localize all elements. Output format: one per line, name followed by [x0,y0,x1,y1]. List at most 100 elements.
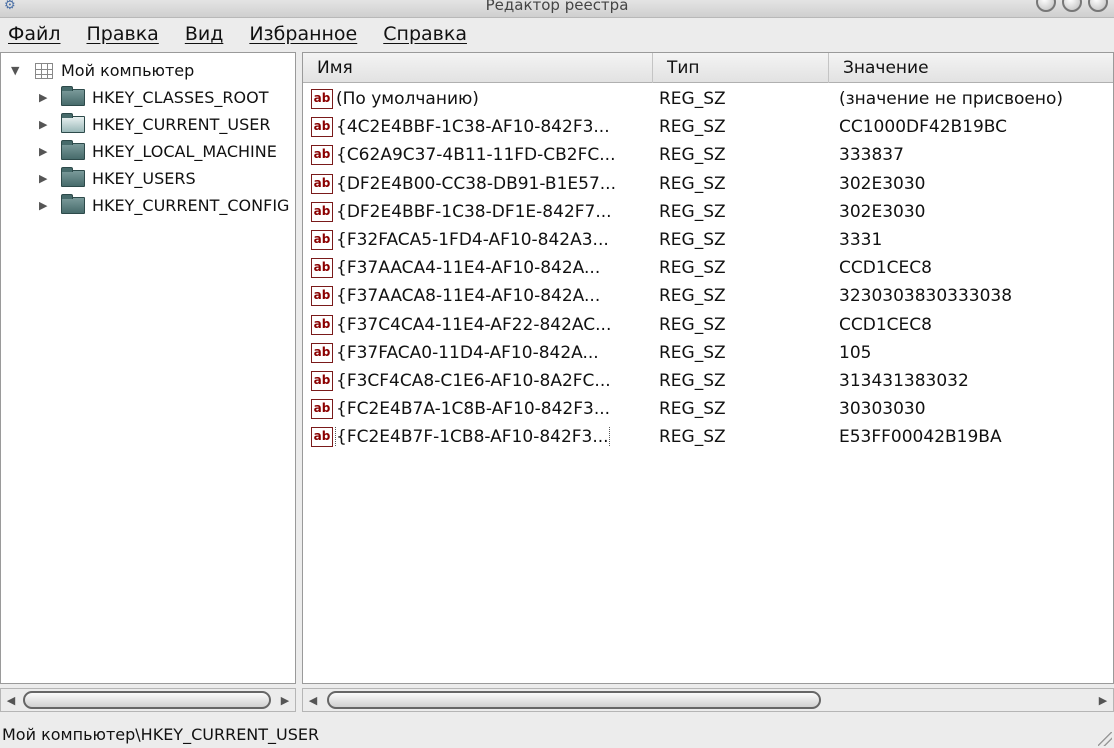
table-row[interactable]: ab {F37C4CA4-11E4-AF22-842AC... REG_SZ CCD1… [303,311,1113,339]
table-row[interactable]: ab {F37AACA8-11E4-AF10-842A... REG_SZ 32303… [303,282,1113,310]
values-list: ab (По умолчанию) REG_SZ (значение не присв… [303,83,1113,451]
folder-icon [61,194,85,214]
value-data: 313431383032 [839,370,969,391]
cell-name: ab {4C2E4BBF-1C38-AF10-842F3... [303,117,653,138]
string-value-icon: ab [311,370,333,391]
table-row[interactable]: ab {C62A9C37-4B11-11FD-CB2FC... REG_SZ 3338… [303,141,1113,169]
expand-right-icon[interactable]: ▶ [39,91,53,104]
scroll-track[interactable] [21,691,275,709]
expand-right-icon[interactable]: ▶ [39,172,53,185]
tree-item-my-computer[interactable]: ▼ Мой компьютер [1,57,295,84]
value-name: {F37C4CA4-11E4-AF22-842AC... [336,314,612,335]
string-value-icon: ab [311,427,333,448]
table-row[interactable]: ab {4C2E4BBF-1C38-AF10-842F3... REG_SZ CC10… [303,113,1113,141]
tree-item-hkey-classes-root[interactable]: ▶ HKEY_CLASSES_ROOT [1,84,295,111]
tree-item-label: HKEY_CLASSES_ROOT [92,88,269,107]
menu-view[interactable]: Вид [185,23,224,45]
value-data: 3230303830333038 [839,286,1013,307]
status-path: Мой компьютер\HKEY_CURRENT_USER [2,724,320,744]
scroll-left-icon[interactable]: ◀ [1,689,21,711]
string-value-icon: ab [311,342,333,363]
value-data: 302E3030 [839,201,926,222]
table-row[interactable]: ab {F37FACA0-11D4-AF10-842A... REG_SZ 105 [303,339,1113,367]
table-row[interactable]: ab {DF2E4B00-CC38-DB91-B1E57... REG_SZ 302E… [303,170,1113,198]
column-header-value[interactable]: Значение [829,53,1113,83]
value-type: REG_SZ [659,201,726,222]
value-data: CCD1CEC8 [839,314,932,335]
tree-item-label: Мой компьютер [61,61,195,80]
table-row[interactable]: ab {DF2E4BBF-1C38-DF1E-842F7... REG_SZ 302E… [303,198,1113,226]
value-data: E53FF00042B19BA [839,427,1002,448]
scroll-track[interactable] [323,691,1093,709]
cell-name: ab {DF2E4B00-CC38-DB91-B1E57... [303,173,653,194]
value-type: REG_SZ [659,230,726,251]
maximize-button[interactable] [1062,0,1082,12]
value-name: {FC2E4B7A-1C8B-AF10-842F3... [336,399,611,420]
scroll-right-icon[interactable]: ▶ [1093,689,1113,711]
folder-icon [61,86,85,106]
menu-file[interactable]: Файл [8,23,61,45]
value-data: 302E3030 [839,173,926,194]
value-data: 333837 [839,145,904,166]
table-row[interactable]: ab {FC2E4B7A-1C8B-AF10-842F3... REG_SZ 3030… [303,395,1113,423]
table-row[interactable]: ab {FC2E4B7F-1CB8-AF10-842F3... REG_SZ E53F… [303,423,1113,451]
value-type: REG_SZ [659,399,726,420]
list-header: Имя Тип Значение [303,53,1113,83]
expand-right-icon[interactable]: ▶ [39,118,53,131]
value-name: {F3CF4CA8-C1E6-AF10-8A2FC... [336,370,611,391]
tree-item-hkey-local-machine[interactable]: ▶ HKEY_LOCAL_MACHINE [1,138,295,165]
value-type: REG_SZ [659,173,726,194]
tree-item-label: HKEY_USERS [92,169,196,188]
cell-name: ab {C62A9C37-4B11-11FD-CB2FC... [303,145,653,166]
tree-horizontal-scrollbar[interactable]: ◀ ▶ [0,688,296,712]
minimize-button[interactable] [1036,0,1056,12]
table-row[interactable]: ab {F37AACA4-11E4-AF10-842A... REG_SZ CCD1C… [303,254,1113,282]
value-data: 105 [839,342,872,363]
table-row[interactable]: ab {F32FACA5-1FD4-AF10-842A3... REG_SZ 3331 [303,226,1113,254]
status-bar: Мой компьютер\HKEY_CURRENT_USER [0,720,1114,748]
expand-right-icon[interactable]: ▶ [39,145,53,158]
scroll-thumb[interactable] [23,691,271,709]
value-type: REG_SZ [659,314,726,335]
open-folder-icon [61,113,85,133]
expand-right-icon[interactable]: ▶ [39,199,53,212]
value-name: {C62A9C37-4B11-11FD-CB2FC... [336,145,616,166]
tree-item-hkey-current-user[interactable]: ▶ HKEY_CURRENT_USER [1,111,295,138]
list-horizontal-scrollbar[interactable]: ◀ ▶ [302,688,1114,712]
string-value-icon: ab [311,89,333,110]
value-name: {DF2E4BBF-1C38-DF1E-842F7... [336,201,612,222]
column-header-type[interactable]: Тип [653,53,829,83]
menu-help[interactable]: Справка [383,23,467,45]
table-row[interactable]: ab {F3CF4CA8-C1E6-AF10-8A2FC... REG_SZ 3134… [303,367,1113,395]
cell-name: ab {DF2E4BBF-1C38-DF1E-842F7... [303,201,653,222]
column-header-name[interactable]: Имя [303,53,653,83]
resize-grip-icon[interactable] [1098,732,1112,746]
registry-tree: ▼ Мой компьютер ▶ HKEY_CLASSES_ROOT ▶ HK… [1,53,295,219]
tree-item-hkey-users[interactable]: ▶ HKEY_USERS [1,165,295,192]
tree-item-label: HKEY_CURRENT_USER [92,115,271,134]
computer-icon [35,62,53,79]
table-row[interactable]: ab (По умолчанию) REG_SZ (значение не присв… [303,85,1113,113]
value-type: REG_SZ [659,342,726,363]
close-button[interactable] [1088,0,1108,12]
scroll-right-icon[interactable]: ▶ [275,689,295,711]
value-name: {F32FACA5-1FD4-AF10-842A3... [336,230,609,251]
cell-name: ab {F3CF4CA8-C1E6-AF10-8A2FC... [303,370,653,391]
value-type: REG_SZ [659,370,726,391]
value-type: REG_SZ [659,117,726,138]
value-name: {F37FACA0-11D4-AF10-842A... [336,342,599,363]
value-name: {DF2E4B00-CC38-DB91-B1E57... [336,173,616,194]
string-value-icon: ab [311,399,333,420]
scroll-left-icon[interactable]: ◀ [303,689,323,711]
expand-down-icon[interactable]: ▼ [11,64,25,77]
menu-edit[interactable]: Правка [87,23,159,45]
value-name: (По умолчанию) [336,89,479,110]
tree-item-hkey-current-config[interactable]: ▶ HKEY_CURRENT_CONFIG [1,192,295,219]
string-value-icon: ab [311,314,333,335]
scroll-thumb[interactable] [327,691,821,709]
value-data: (значение не присвоено) [839,89,1064,110]
folder-icon [61,167,85,187]
menu-favorites[interactable]: Избранное [249,23,357,45]
values-pane[interactable]: Имя Тип Значение ab (По умолчанию) REG_SZ(… [302,52,1114,684]
tree-pane[interactable]: ▼ Мой компьютер ▶ HKEY_CLASSES_ROOT ▶ HK… [0,52,296,684]
